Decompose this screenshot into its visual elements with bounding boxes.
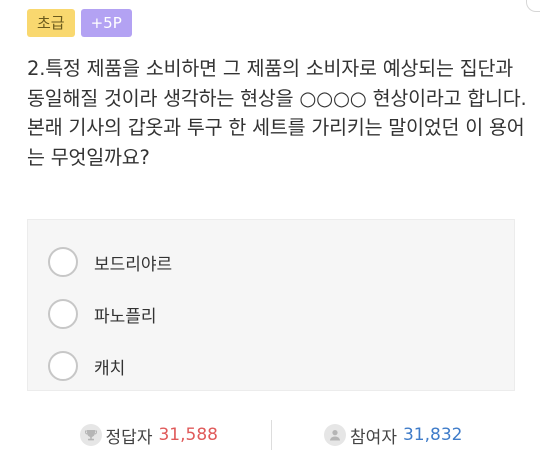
correct-stat: 정답자 31,588 [27, 423, 271, 448]
radio-button[interactable] [48, 247, 78, 277]
participants-stat: 참여자 31,832 [272, 423, 516, 448]
participants-label: 참여자 [350, 427, 397, 448]
radio-button[interactable] [48, 351, 78, 381]
option-3[interactable]: 캐치 [28, 340, 514, 392]
radio-button[interactable] [48, 299, 78, 329]
question-text: 2.특정 제품을 소비하면 그 제품의 소비자로 예상되는 집단과 동일해질 것… [27, 57, 527, 169]
option-label: 파노플리 [94, 306, 157, 327]
correct-label: 정답자 [105, 427, 153, 448]
quiz-stats: 정답자 31,588 참여자 31,832 [27, 416, 515, 454]
answer-options: 보드리야르 파노플리 캐치 [27, 219, 515, 391]
points-badge: +5P [80, 9, 132, 37]
badge-group: 초급 +5P [27, 9, 132, 37]
option-label: 캐치 [94, 358, 126, 379]
trophy-icon [79, 424, 102, 446]
level-badge: 초급 [27, 9, 75, 37]
correct-count: 31,588 [158, 425, 218, 445]
corner-decoration [526, 0, 540, 12]
option-2[interactable]: 파노플리 [28, 288, 514, 340]
person-icon [324, 424, 347, 446]
participants-count: 31,832 [402, 425, 463, 445]
option-label: 보드리야르 [94, 254, 173, 275]
quiz-card: 초급 +5P 2.특정 제품을 소비하면 그 제품의 소비자로 예상되는 집단과… [0, 0, 540, 460]
option-1[interactable]: 보드리야르 [28, 236, 514, 288]
